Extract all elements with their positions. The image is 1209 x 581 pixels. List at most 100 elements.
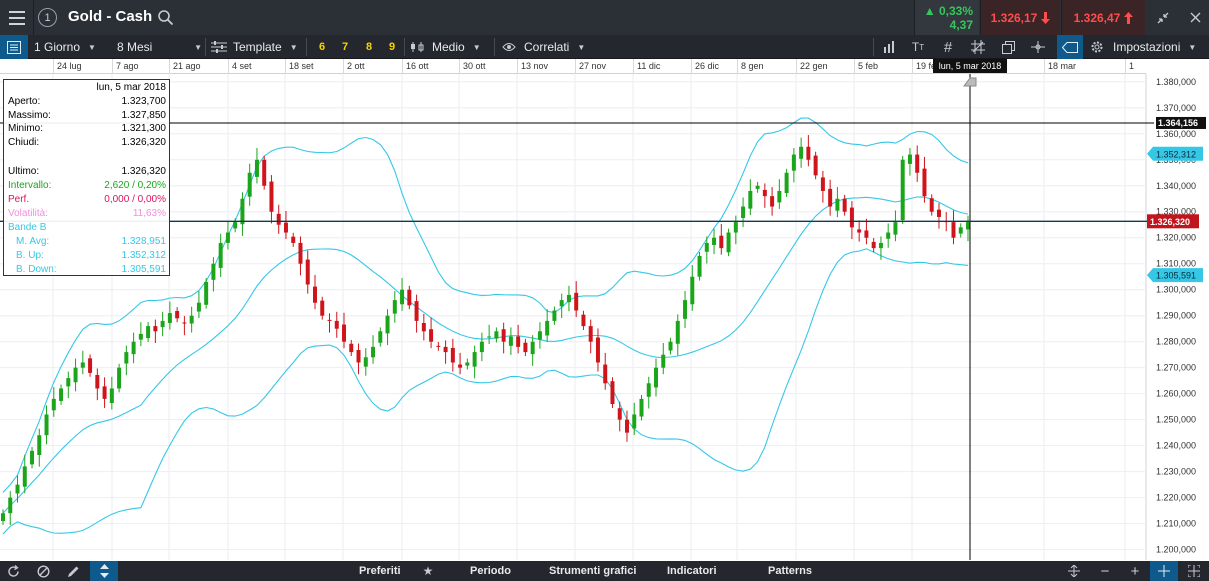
period-button[interactable]: Periodo: [470, 561, 511, 581]
candle-body: [523, 342, 528, 353]
price-tick-label: 1.370,000: [1156, 103, 1196, 113]
menu-icon[interactable]: [0, 0, 34, 35]
candle-body: [719, 235, 724, 249]
no-entry-icon[interactable]: [31, 561, 55, 581]
candle-body: [893, 222, 898, 235]
candle-body: [697, 255, 702, 277]
candle-body: [443, 346, 448, 353]
band-row: M. Avg: 1.328,951: [16, 236, 166, 247]
candle-body: [668, 341, 673, 351]
search-icon[interactable]: [157, 9, 174, 26]
crosshair-grid-icon[interactable]: [967, 35, 989, 59]
fit-icon[interactable]: [1062, 561, 1086, 581]
related-dropdown[interactable]: Correlati: [524, 35, 585, 59]
date-tick-label: 18 mar: [1048, 61, 1077, 71]
collapse-icon[interactable]: [1148, 0, 1178, 35]
candle-body: [712, 237, 717, 246]
zoom-out-icon[interactable]: −: [1093, 561, 1117, 581]
candle-body: [690, 276, 695, 305]
candle-body: [73, 367, 78, 383]
price-tick-label: 1.240,000: [1156, 441, 1196, 451]
interval-label: 1 Giorno: [34, 40, 81, 54]
template-label: Template: [233, 40, 282, 54]
grid-icon[interactable]: #: [937, 35, 959, 59]
candle-body: [552, 310, 557, 321]
candle-body: [254, 159, 259, 177]
info-row: Aperto: 1.323,700: [8, 96, 166, 107]
candle-body: [864, 230, 869, 238]
candle-body: [624, 419, 629, 433]
candle-body: [356, 350, 361, 363]
buy-button[interactable]: 1.326,47: [1061, 0, 1145, 35]
drawing-tools-button[interactable]: Strumenti grafici: [549, 561, 636, 581]
sell-button[interactable]: 1.326,17: [980, 0, 1060, 35]
candle-body: [320, 300, 325, 316]
candle-body: [182, 322, 187, 324]
info-value: 1.321,300: [121, 123, 167, 134]
date-tick-mark: [402, 59, 403, 74]
candle-body: [385, 315, 390, 334]
info-value: 1.323,700: [121, 96, 167, 107]
price-chart[interactable]: 1.200,000 1.210,000 1.220,000 1.230,000 1.24…: [0, 74, 1209, 560]
bottom-bar: Preferiti ★ Periodo Strumenti grafici In…: [0, 561, 1209, 581]
star-icon[interactable]: ★: [416, 561, 440, 581]
interval-dropdown[interactable]: 1 Giorno: [34, 35, 96, 59]
indicators-button[interactable]: Indicatori: [667, 561, 717, 581]
band-value: 1.328,951: [121, 236, 167, 247]
candle-body: [37, 435, 42, 456]
close-icon[interactable]: [1180, 0, 1209, 35]
quick-preset-7[interactable]: 7: [342, 35, 348, 59]
candle-body: [167, 313, 172, 323]
zoom-in-icon[interactable]: +: [1123, 561, 1147, 581]
instrument-title[interactable]: Gold - Cash: [68, 8, 152, 25]
date-tick-label: 24 lug: [57, 61, 82, 71]
candle-body: [102, 386, 107, 399]
eye-icon[interactable]: [502, 35, 516, 59]
date-tick-mark: [53, 59, 54, 74]
change-percent-value: 0,33%: [938, 4, 973, 18]
date-tick-mark: [169, 59, 170, 74]
favorites-button[interactable]: Preferiti: [359, 561, 401, 581]
settings-gear-icon[interactable]: [1090, 35, 1104, 59]
move-vertical-icon[interactable]: [90, 561, 118, 581]
crosshair-icon[interactable]: [1027, 35, 1049, 59]
tag-icon[interactable]: [1057, 35, 1083, 59]
candle-body: [508, 336, 513, 346]
average-icon[interactable]: [410, 35, 426, 59]
info-value: 1.326,320: [121, 166, 167, 177]
last-price-label: 1.326,320: [1150, 217, 1190, 227]
crosshair-mode-icon[interactable]: [1150, 561, 1178, 581]
quick-preset-6[interactable]: 6: [319, 35, 325, 59]
band-up-label: 1.352,312: [1156, 149, 1196, 159]
candle-body: [733, 222, 738, 233]
copy-icon[interactable]: [997, 35, 1019, 59]
settings-dropdown[interactable]: Impostazioni: [1113, 35, 1196, 59]
candle-body: [762, 189, 767, 197]
list-icon[interactable]: [0, 35, 28, 59]
bar-chart-icon[interactable]: [878, 35, 900, 59]
template-icon[interactable]: [211, 35, 227, 59]
candle-body: [342, 324, 347, 342]
chart-index-badge[interactable]: 1: [38, 8, 57, 27]
average-label: Medio: [432, 40, 465, 54]
template-dropdown[interactable]: Template: [233, 35, 298, 59]
price-tick-label: 1.250,000: [1156, 415, 1196, 425]
date-tick-mark: [575, 59, 576, 74]
date-tick-label: 7 ago: [116, 61, 139, 71]
candle-body: [820, 177, 825, 191]
average-dropdown[interactable]: Medio: [432, 35, 481, 59]
price-tick-label: 1.230,000: [1156, 467, 1196, 477]
pencil-icon[interactable]: [61, 561, 85, 581]
date-tick-mark: [285, 59, 286, 74]
down-arrow-icon: [1041, 11, 1051, 24]
patterns-button[interactable]: Patterns: [768, 561, 812, 581]
text-size-icon[interactable]: TT: [907, 35, 929, 59]
range-dropdown[interactable]: 8 Mesi: [117, 35, 202, 59]
refresh-icon[interactable]: [1, 561, 25, 581]
quick-preset-8[interactable]: 8: [366, 35, 372, 59]
price-change: ▲ 0,33% 4,37: [914, 0, 979, 35]
candle-body: [595, 337, 600, 363]
quick-preset-9[interactable]: 9: [389, 35, 395, 59]
expand-icon[interactable]: [1182, 561, 1206, 581]
candle-body: [450, 347, 455, 363]
